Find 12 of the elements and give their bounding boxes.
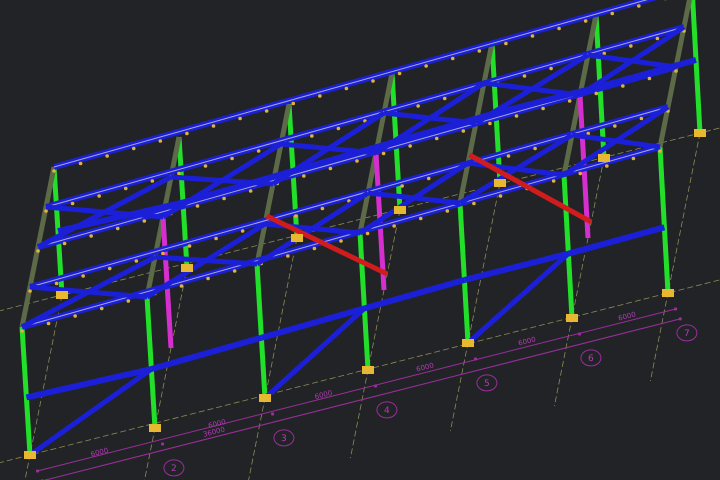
grid-bubble — [676, 324, 698, 342]
grid-label: 3 — [281, 434, 287, 444]
grid-bubble — [273, 429, 294, 446]
grid-bubble — [580, 349, 602, 366]
grid-bubble — [376, 401, 398, 418]
grid-bubble — [476, 374, 498, 392]
grid-label: 2 — [171, 464, 177, 474]
grid-label: 5 — [484, 378, 490, 389]
grid-label: 7 — [684, 328, 690, 339]
grid-label: 4 — [384, 406, 390, 416]
grid-bubble — [163, 459, 184, 476]
grid-label: 6 — [588, 354, 594, 364]
